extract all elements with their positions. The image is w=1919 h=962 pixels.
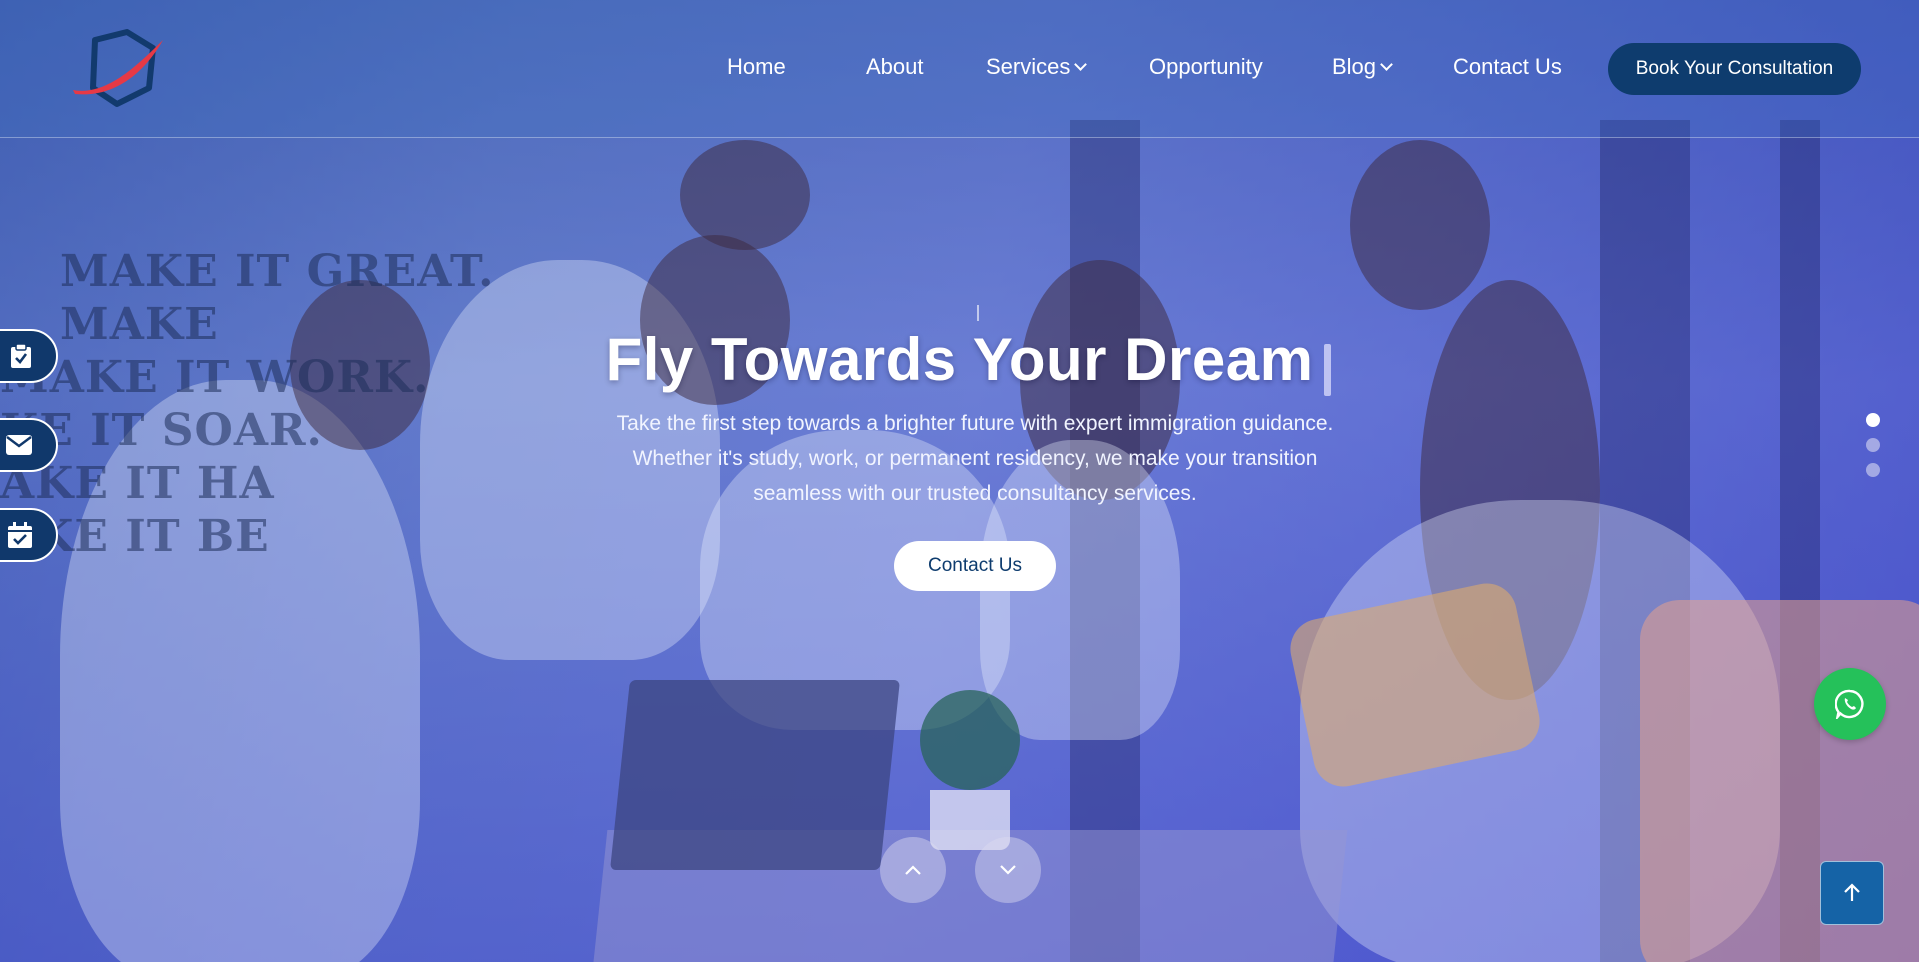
book-consultation-button[interactable]: Book Your Consultation — [1608, 43, 1861, 95]
slider-dot-3[interactable] — [1866, 463, 1880, 477]
nav-home[interactable]: Home — [727, 54, 786, 80]
background-plant — [920, 690, 1020, 790]
nav-services-label: Services — [986, 54, 1071, 79]
nav-blog[interactable]: Blog — [1332, 54, 1393, 80]
clipboard-check-icon — [11, 343, 31, 368]
scroll-to-top-button[interactable] — [1820, 861, 1884, 925]
side-tab-apply[interactable] — [0, 329, 58, 383]
nav-contact-us[interactable]: Contact Us — [1453, 54, 1562, 80]
slider-dot-2[interactable] — [1866, 438, 1880, 452]
chevron-up-icon — [905, 865, 921, 875]
calendar-check-icon — [8, 522, 32, 548]
company-logo[interactable] — [65, 28, 170, 108]
chevron-down-icon — [1380, 58, 1393, 71]
background-person-head — [680, 140, 810, 250]
hero-contact-button[interactable]: Contact Us — [894, 541, 1056, 591]
typing-cursor-small — [977, 305, 979, 321]
chevron-down-icon — [1074, 58, 1088, 71]
slider-next-button[interactable] — [975, 837, 1041, 903]
nav-contact-us-label: Contact Us — [1453, 54, 1562, 79]
background-wall-text: MAKE IT GREAT. MAKE MAKE IT WORK. KE IT … — [0, 246, 495, 562]
whatsapp-icon — [1835, 689, 1864, 719]
hero-title: Fly Towards Your Dream — [605, 326, 1314, 393]
typing-cursor — [1324, 344, 1331, 396]
background-laptop — [610, 680, 900, 870]
slider-prev-button[interactable] — [880, 837, 946, 903]
nav-opportunity-label: Opportunity — [1149, 54, 1263, 79]
nav-about-label: About — [866, 54, 924, 79]
nav-opportunity[interactable]: Opportunity — [1149, 54, 1263, 80]
whatsapp-button[interactable] — [1814, 668, 1886, 740]
side-tab-email[interactable] — [0, 418, 58, 472]
nav-about[interactable]: About — [866, 54, 924, 80]
hero-subtitle: Take the first step towards a brighter f… — [616, 412, 1334, 505]
nav-blog-label: Blog — [1332, 54, 1377, 79]
nav-services[interactable]: Services — [986, 54, 1088, 80]
envelope-icon — [6, 435, 32, 455]
slider-dot-1[interactable] — [1866, 413, 1880, 427]
arrow-up-icon — [1844, 883, 1860, 901]
nav-home-label: Home — [727, 54, 786, 79]
chevron-down-icon — [1000, 865, 1016, 875]
background-person-head — [1350, 140, 1490, 310]
side-tab-calendar[interactable] — [0, 508, 58, 562]
site-header: Home About Services Opportunity Blog Con… — [0, 0, 1919, 138]
